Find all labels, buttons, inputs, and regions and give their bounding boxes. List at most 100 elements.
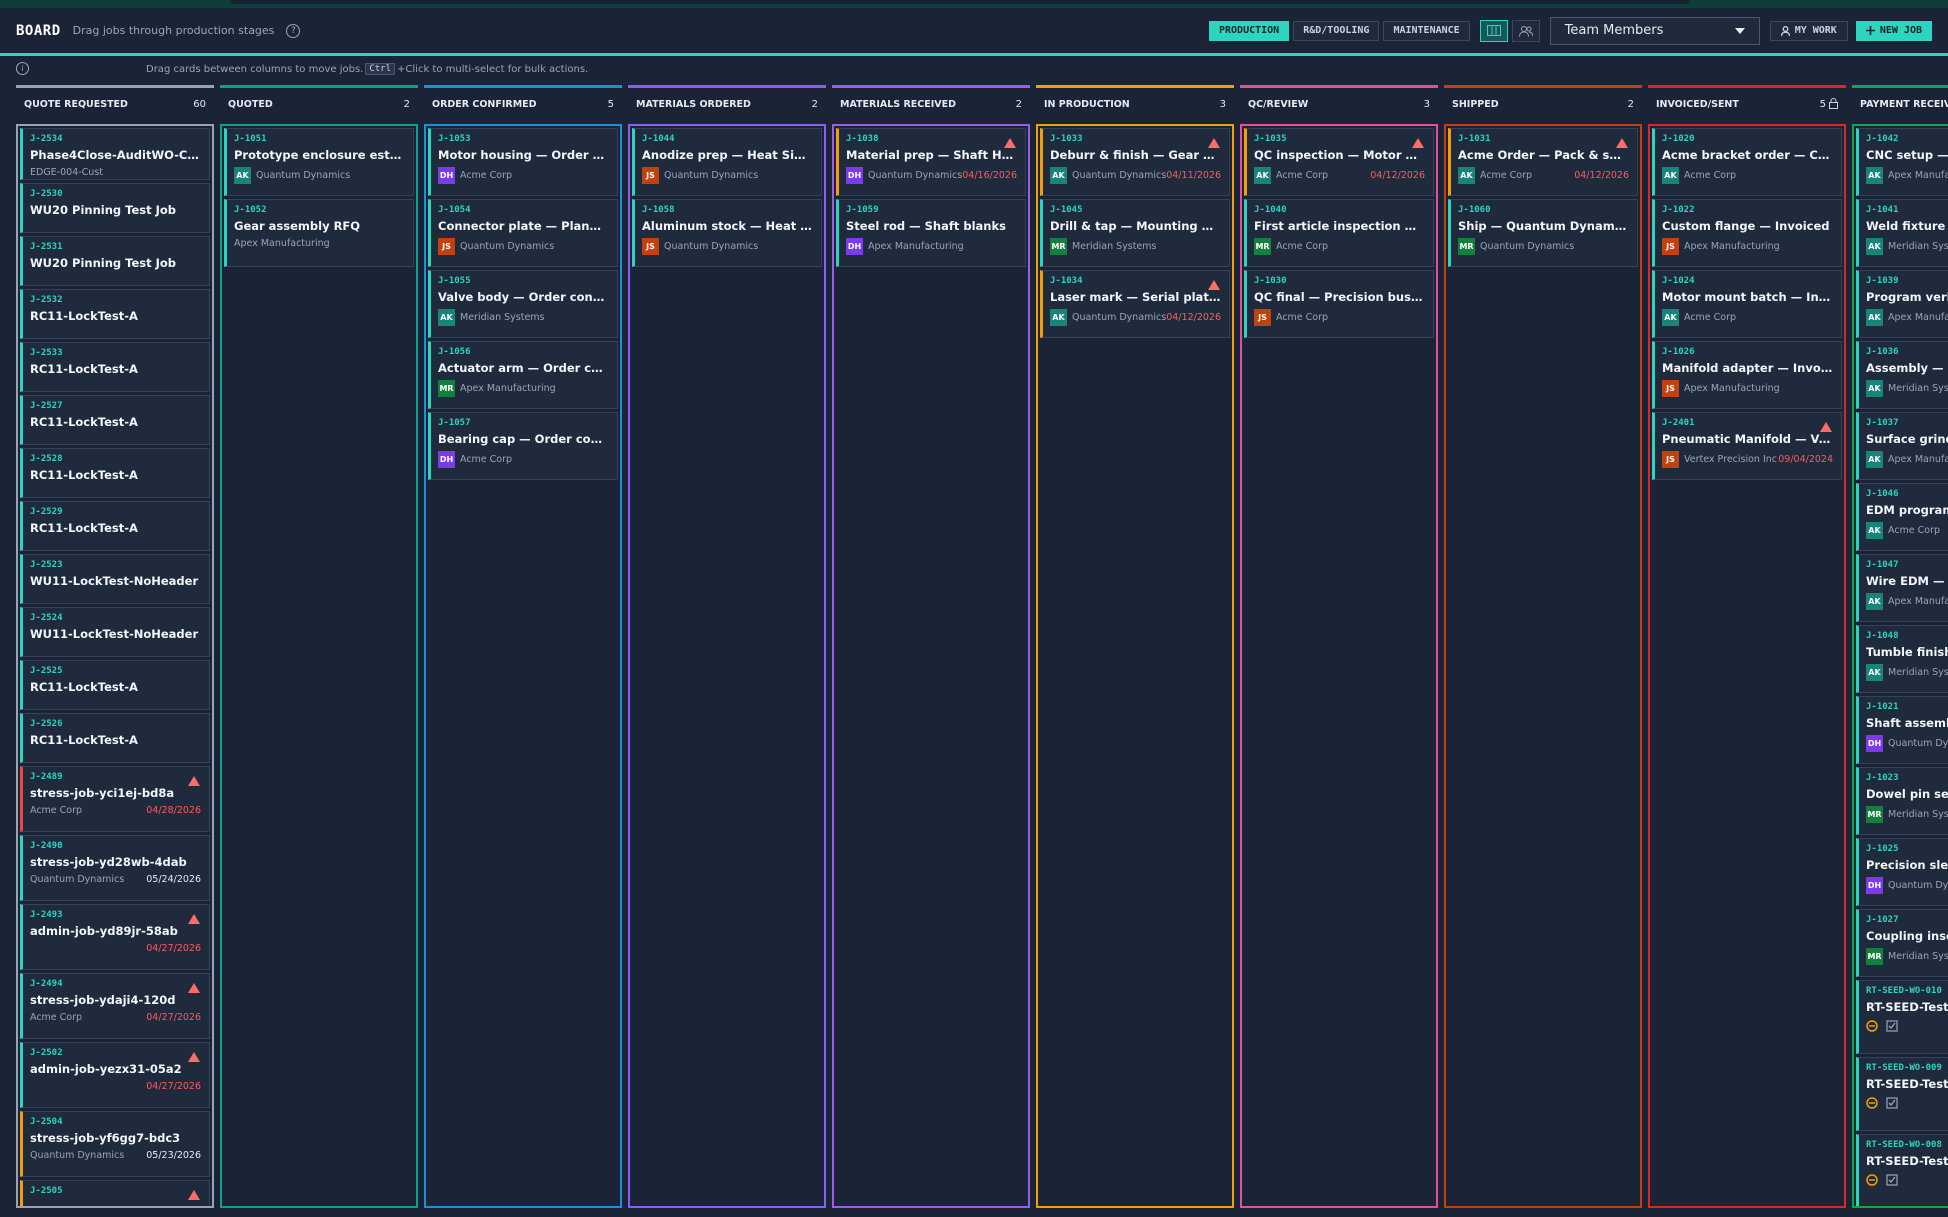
job-title: stress-job-yd28wb-4dab xyxy=(30,855,187,869)
job-card[interactable]: J-1059 Steel rod — Shaft blanks DH Apex Man… xyxy=(836,199,1026,267)
job-card[interactable]: J-2494 stress-job-ydaji4-120d Acme Corp 04/… xyxy=(20,973,210,1039)
job-card[interactable]: J-1034 Laser mark — Serial plates (50 pcs… xyxy=(1040,270,1230,338)
column-drop-zone[interactable]: J-1033 Deburr & finish — Gear Blank AK Quan… xyxy=(1036,124,1234,1208)
column-drop-zone[interactable]: J-1020 Acme bracket order — Complete AK Acm… xyxy=(1648,124,1846,1208)
column-qc-review[interactable]: QC/REVIEW 3 J-1035 QC inspection — Motor Mo… xyxy=(1240,85,1438,1208)
job-card[interactable]: RT-SEED-WO-008 RT-SEED-Test job xyxy=(1856,1134,1948,1206)
job-card[interactable]: J-1027 Coupling insert MR Meridian Systems xyxy=(1856,909,1948,977)
job-card[interactable]: J-1048 Tumble finish AK Meridian Systems xyxy=(1856,625,1948,693)
column-invoiced-sent[interactable]: INVOICED/SENT 5 J-1020 Acme bracket order —… xyxy=(1648,85,1846,1208)
job-card[interactable]: J-1036 Assembly — Pneumatic AK Meridian Sys… xyxy=(1856,341,1948,409)
job-card[interactable]: J-1031 Acme Order — Pack & ship AK Acme Cor… xyxy=(1448,128,1638,196)
column-order-confirmed[interactable]: ORDER CONFIRMED 5 J-1053 Motor housing — Or… xyxy=(424,85,622,1208)
job-card[interactable]: J-1035 QC inspection — Motor Mount Bracke… xyxy=(1244,128,1434,196)
job-card[interactable]: J-1055 Valve body — Order confirmed AK Meri… xyxy=(428,270,618,338)
job-card[interactable]: J-2530 WU20 Pinning Test Job xyxy=(20,183,210,233)
job-card[interactable]: J-2527 RC11-LockTest-A xyxy=(20,395,210,445)
job-card[interactable]: J-2525 RC11-LockTest-A xyxy=(20,660,210,710)
column-payment-received[interactable]: PAYMENT RECEIVED J-1042 CNC setup — Bracke… xyxy=(1852,85,1948,1208)
job-title: Weld fixture alignment xyxy=(1866,219,1948,233)
job-card[interactable]: RT-SEED-WO-009 RT-SEED-Test job xyxy=(1856,1057,1948,1131)
job-card[interactable]: J-2401 Pneumatic Manifold — Vertex Precis… xyxy=(1652,412,1842,480)
job-card[interactable]: J-1057 Bearing cap — Order confirmed DH Acm… xyxy=(428,412,618,480)
my-work-button[interactable]: MY WORK xyxy=(1769,20,1848,41)
job-card[interactable]: J-2533 RC11-LockTest-A xyxy=(20,342,210,392)
tab-maintenance[interactable]: MAINTENANCE xyxy=(1383,20,1470,41)
job-card[interactable]: J-1033 Deburr & finish — Gear Blank AK Quan… xyxy=(1040,128,1230,196)
job-card[interactable]: J-1042 CNC setup — Bracket AK Apex Manufact… xyxy=(1856,128,1948,196)
job-card[interactable]: J-2493 admin-job-yd89jr-58ab 04/27/2026 xyxy=(20,904,210,970)
board-columns: QUOTE REQUESTED 60 J-2534 Phase4Close-Audit… xyxy=(16,85,1948,1210)
job-card[interactable]: J-1024 Motor mount batch — Invoiced AK Acme… xyxy=(1652,270,1842,338)
top-scrollbar[interactable] xyxy=(230,0,1690,4)
job-card[interactable]: J-1052 Gear assembly RFQ Apex Manufacturin… xyxy=(224,199,414,267)
job-card[interactable]: J-2528 RC11-LockTest-A xyxy=(20,448,210,498)
job-card[interactable]: J-1058 Aluminum stock — Heat Sink JS Quantu… xyxy=(632,199,822,267)
help-icon[interactable]: ? xyxy=(286,23,301,38)
job-card[interactable]: J-2526 RC11-LockTest-A xyxy=(20,713,210,763)
job-card[interactable]: J-1053 Motor housing — Order confirmed DH A… xyxy=(428,128,618,196)
job-card[interactable]: J-1041 Weld fixture alignment AK Meridian S… xyxy=(1856,199,1948,267)
job-card[interactable]: J-1046 EDM programming AK Acme Corp xyxy=(1856,483,1948,551)
job-card[interactable]: J-2523 WU11-LockTest-NoHeader xyxy=(20,554,210,604)
job-meta: AK Acme Corp xyxy=(1866,522,1948,539)
job-card[interactable]: J-1025 Precision sleeve DH Quantum Dynamics xyxy=(1856,838,1948,906)
customer-name: Acme Corp xyxy=(1888,525,1941,536)
column-quoted[interactable]: QUOTED 2 J-1051 Prototype enclosure estimat… xyxy=(220,85,418,1208)
job-card[interactable]: J-1044 Anodize prep — Heat Sink Array JS Qu… xyxy=(632,128,822,196)
team-members-select[interactable]: Team Members xyxy=(1549,16,1760,45)
column-drop-zone[interactable]: J-1042 CNC setup — Bracket AK Apex Manufact… xyxy=(1852,124,1948,1208)
board-view-button[interactable] xyxy=(1479,19,1508,42)
job-card[interactable]: RT-SEED-WO-010 RT-SEED-Test job xyxy=(1856,980,1948,1054)
column-drop-zone[interactable]: J-1035 QC inspection — Motor Mount Bracke… xyxy=(1240,124,1438,1208)
job-card[interactable]: J-1038 Material prep — Shaft Housing DH Qua… xyxy=(836,128,1026,196)
checkbox-icon xyxy=(1886,1020,1898,1032)
column-drop-zone[interactable]: J-1053 Motor housing — Order confirmed DH A… xyxy=(424,124,622,1208)
job-card[interactable]: J-2531 WU20 Pinning Test Job xyxy=(20,236,210,286)
column-in-production[interactable]: IN PRODUCTION 3 J-1033 Deburr & finish — Ge… xyxy=(1036,85,1234,1208)
job-card[interactable]: J-2490 stress-job-yd28wb-4dab Quantum Dyna… xyxy=(20,835,210,901)
column-drop-zone[interactable]: J-2534 Phase4Close-AuditWO-Create EDGE-004… xyxy=(16,124,214,1208)
job-card[interactable]: J-2502 admin-job-yezx31-05a2 04/27/2026 xyxy=(20,1042,210,1108)
job-card[interactable]: J-1054 Connector plate — Planning JS Quantu… xyxy=(428,199,618,267)
job-card[interactable]: J-2524 WU11-LockTest-NoHeader xyxy=(20,607,210,657)
job-card[interactable]: J-2505 xyxy=(20,1180,210,1206)
job-card[interactable]: J-1030 QC final — Precision bushing JS Acme… xyxy=(1244,270,1434,338)
job-card[interactable]: J-1023 Dowel pin set MR Meridian Systems xyxy=(1856,767,1948,835)
column-materials-received[interactable]: MATERIALS RECEIVED 2 J-1038 Material prep —… xyxy=(832,85,1030,1208)
job-id: J-2525 xyxy=(30,666,63,676)
job-card[interactable]: J-1021 Shaft assembly DH Quantum Dynamics xyxy=(1856,696,1948,764)
job-card[interactable]: J-1037 Surface grind AK Apex Manufacturing xyxy=(1856,412,1948,480)
job-id: J-2526 xyxy=(30,719,63,729)
job-card[interactable]: J-1047 Wire EDM — Punch AK Apex Manufacturi… xyxy=(1856,554,1948,622)
job-card[interactable]: J-2504 stress-job-yf6gg7-bdc3 Quantum Dyna… xyxy=(20,1111,210,1177)
job-card[interactable]: J-1020 Acme bracket order — Complete AK Acm… xyxy=(1652,128,1842,196)
job-card[interactable]: J-1040 First article inspection — Flange M… xyxy=(1244,199,1434,267)
job-card[interactable]: J-1056 Actuator arm — Order confirmed MR Ap… xyxy=(428,341,618,409)
job-card[interactable]: J-2489 stress-job-yci1ej-bd8a Acme Corp 04/… xyxy=(20,766,210,832)
job-card[interactable]: J-1060 Ship — Quantum Dynamics order MR Qua… xyxy=(1448,199,1638,267)
job-card[interactable]: J-1022 Custom flange — Invoiced JS Apex Man… xyxy=(1652,199,1842,267)
warning-icon xyxy=(188,776,200,786)
team-view-button[interactable] xyxy=(1511,19,1540,42)
avatar: AK xyxy=(1458,167,1475,184)
job-card[interactable]: J-1051 Prototype enclosure estimate AK Quan… xyxy=(224,128,414,196)
column-drop-zone[interactable]: J-1038 Material prep — Shaft Housing DH Qua… xyxy=(832,124,1030,1208)
tab-rd-tooling[interactable]: R&D/TOOLING xyxy=(1293,20,1380,41)
column-drop-zone[interactable]: J-1031 Acme Order — Pack & ship AK Acme Cor… xyxy=(1444,124,1642,1208)
column-materials-ordered[interactable]: MATERIALS ORDERED 2 J-1044 Anodize prep — H… xyxy=(628,85,826,1208)
column-drop-zone[interactable]: J-1044 Anodize prep — Heat Sink Array JS Qu… xyxy=(628,124,826,1208)
job-card[interactable]: J-1026 Manifold adapter — Invoiced JS Apex … xyxy=(1652,341,1842,409)
job-card[interactable]: J-1045 Drill & tap — Mounting Block MR Meri… xyxy=(1040,199,1230,267)
job-card[interactable]: J-2532 RC11-LockTest-A xyxy=(20,289,210,339)
top-strip xyxy=(0,0,1948,8)
new-job-button[interactable]: NEW JOB xyxy=(1855,20,1932,41)
job-card[interactable]: J-2534 Phase4Close-AuditWO-Create EDGE-004… xyxy=(20,128,210,180)
customer-name: Quantum Dynamics xyxy=(664,170,759,181)
column-shipped[interactable]: SHIPPED 2 J-1031 Acme Order — Pack & ship AK… xyxy=(1444,85,1642,1208)
tab-production[interactable]: PRODUCTION xyxy=(1209,20,1290,41)
column-quote-requested[interactable]: QUOTE REQUESTED 60 J-2534 Phase4Close-Audit… xyxy=(16,85,214,1208)
job-card[interactable]: J-1039 Program verify AK Apex Manufacturing xyxy=(1856,270,1948,338)
job-card[interactable]: J-2529 RC11-LockTest-A xyxy=(20,501,210,551)
column-drop-zone[interactable]: J-1051 Prototype enclosure estimate AK Quan… xyxy=(220,124,418,1208)
